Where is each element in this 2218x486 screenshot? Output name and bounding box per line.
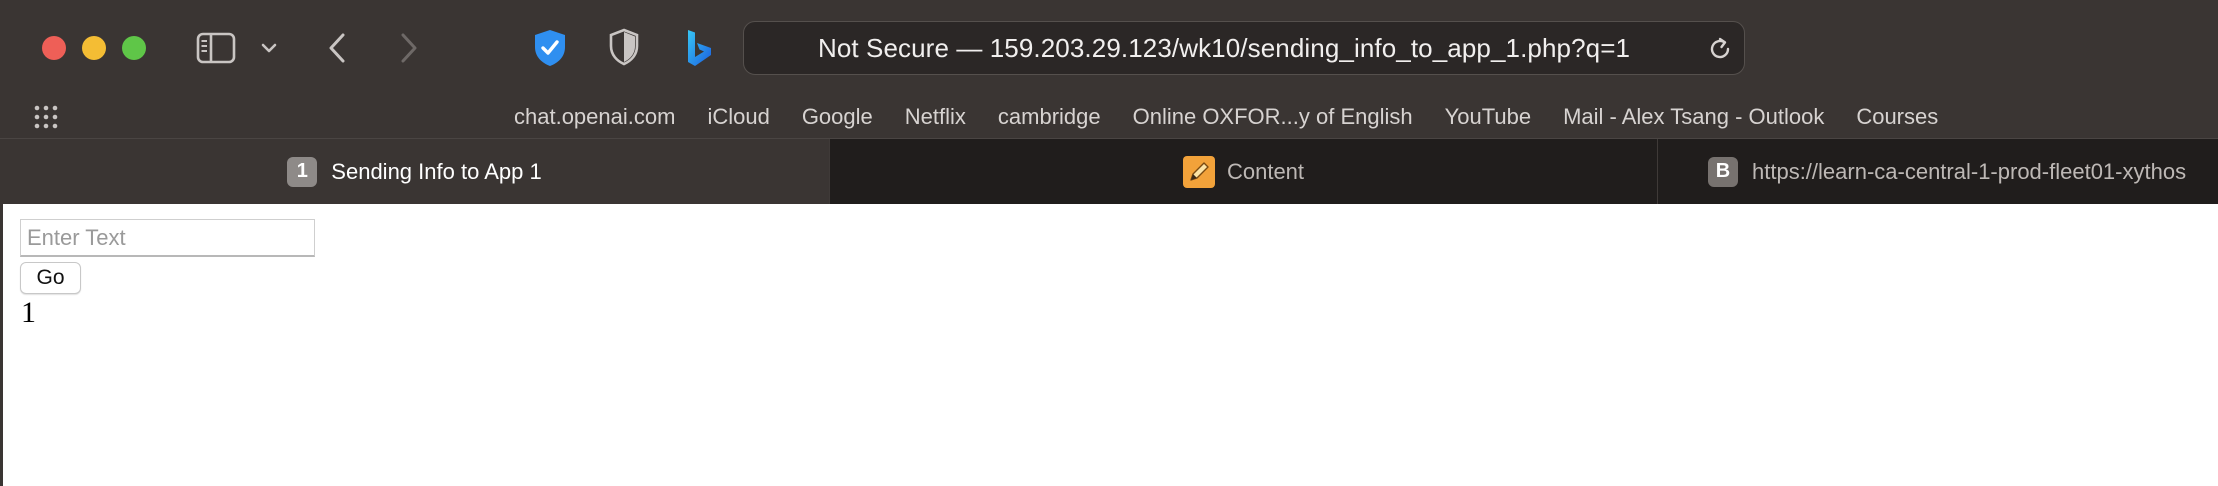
favorite-link[interactable]: YouTube	[1429, 104, 1547, 130]
favorite-link[interactable]: Google	[786, 104, 889, 130]
tab-label: https://learn-ca-central-1-prod-fleet01-…	[1752, 158, 2187, 184]
close-window-button[interactable]	[42, 36, 66, 60]
favorite-link[interactable]: Online OXFOR...y of English	[1117, 104, 1429, 130]
tab-label: Content	[1226, 158, 1305, 184]
text-input[interactable]	[20, 219, 315, 257]
shield-check-icon	[535, 30, 565, 66]
pencil-icon	[1182, 155, 1215, 188]
favorites-bar: chat.openai.com iCloud Google Netflix ca…	[0, 96, 2218, 138]
browser-toolbar: Not Secure — 159.203.29.123/wk10/sending…	[0, 0, 2218, 96]
tab-group-menu-button[interactable]	[258, 34, 280, 62]
favorites-list: chat.openai.com iCloud Google Netflix ca…	[498, 96, 1954, 138]
forward-button[interactable]	[394, 28, 424, 68]
favorite-link[interactable]: Courses	[1840, 104, 1954, 130]
tab-learn[interactable]: B https://learn-ca-central-1-prod-fleet0…	[1657, 139, 2218, 204]
address-bar[interactable]: Not Secure — 159.203.29.123/wk10/sending…	[743, 21, 1745, 75]
tab-favicon: B	[1708, 156, 1738, 187]
chevron-left-icon	[329, 33, 345, 63]
reload-icon[interactable]	[1706, 35, 1734, 63]
favorite-link[interactable]: Netflix	[889, 104, 982, 130]
bing-extension-button[interactable]	[682, 26, 716, 70]
bing-icon	[688, 30, 711, 66]
grid-icon[interactable]	[33, 104, 59, 130]
favorite-link[interactable]: Mail - Alex Tsang - Outlook	[1547, 104, 1840, 130]
tab-favicon: 1	[287, 156, 318, 187]
zoom-window-button[interactable]	[122, 36, 146, 60]
tab-label: Sending Info to App 1	[331, 158, 542, 184]
sidebar-icon	[196, 32, 236, 64]
tab-content[interactable]: Content	[829, 139, 1657, 204]
tab-bar: 1 Sending Info to App 1 Content B https:…	[0, 138, 2218, 204]
tab-sending-info[interactable]: 1 Sending Info to App 1	[0, 139, 829, 204]
go-button[interactable]: Go	[20, 262, 81, 294]
privacy-extension-button[interactable]	[530, 26, 570, 70]
page-content: Go 1	[0, 204, 2218, 486]
back-button[interactable]	[322, 28, 352, 68]
result-text: 1	[21, 296, 36, 329]
sidebar-toggle-button[interactable]	[196, 30, 236, 66]
favorite-link[interactable]: iCloud	[691, 104, 785, 130]
shield-icon	[609, 28, 639, 66]
chevron-down-icon	[261, 43, 277, 53]
url-text: Not Secure — 159.203.29.123/wk10/sending…	[817, 32, 1631, 63]
browser-window: Not Secure — 159.203.29.123/wk10/sending…	[0, 0, 2218, 486]
favorite-link[interactable]: cambridge	[982, 104, 1117, 130]
shield-extension-button[interactable]	[606, 27, 642, 67]
minimize-window-button[interactable]	[82, 36, 106, 60]
chevron-right-icon	[401, 33, 417, 63]
favorite-link[interactable]: chat.openai.com	[498, 104, 691, 130]
